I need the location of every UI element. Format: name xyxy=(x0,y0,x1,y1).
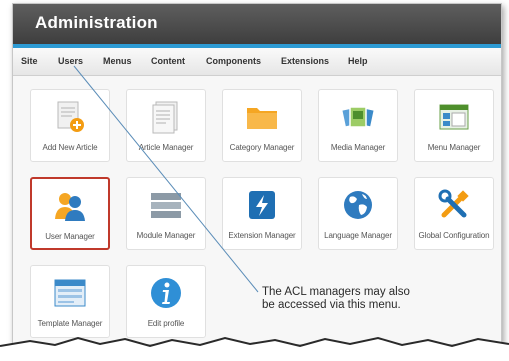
tile-article-manager[interactable]: Article Manager xyxy=(126,89,206,162)
article-icon xyxy=(152,101,178,134)
users-icon xyxy=(55,193,85,221)
main-menu-bar: Site Users Menus Content Components Exte… xyxy=(13,48,501,76)
tools-icon xyxy=(438,189,469,218)
tile-label: Extension Manager xyxy=(228,231,296,240)
folder-icon xyxy=(247,108,277,129)
tile-menu-manager[interactable]: Menu Manager xyxy=(414,89,494,162)
menu-item-extensions[interactable]: Extensions xyxy=(281,56,329,66)
extension-icon xyxy=(249,191,275,219)
tile-template-manager[interactable]: Template Manager xyxy=(30,265,110,338)
menu-item-content[interactable]: Content xyxy=(151,56,185,66)
page-title: Administration xyxy=(35,13,158,32)
tile-label: Article Manager xyxy=(138,143,194,152)
tile-media-manager[interactable]: Media Manager xyxy=(318,89,398,162)
tile-global-configuration[interactable]: Global Configuration xyxy=(414,177,494,250)
tile-label: User Manager xyxy=(45,232,95,241)
tile-label: Category Manager xyxy=(229,143,295,152)
menu-item-users[interactable]: Users xyxy=(58,56,83,66)
globe-icon xyxy=(344,191,372,219)
tile-language-manager[interactable]: Language Manager xyxy=(318,177,398,250)
tile-module-manager[interactable]: Module Manager xyxy=(126,177,206,250)
tile-label: Edit profile xyxy=(147,319,185,328)
add-article-icon xyxy=(57,101,84,132)
media-icon xyxy=(342,106,374,128)
tile-category-manager[interactable]: Category Manager xyxy=(222,89,302,162)
menu-item-help[interactable]: Help xyxy=(348,56,368,66)
tile-label: Global Configuration xyxy=(418,231,490,240)
menu-item-menus[interactable]: Menus xyxy=(103,56,132,66)
callout-annotation: The ACL managers may also be accessed vi… xyxy=(262,286,442,312)
tile-add-new-article[interactable]: Add New Article xyxy=(30,89,110,162)
annotation-line-2: be accessed via this menu. xyxy=(262,299,401,311)
tile-label: Menu Manager xyxy=(427,143,481,152)
tile-edit-profile[interactable]: Edit profile xyxy=(126,265,206,338)
template-icon xyxy=(54,279,86,307)
menu-icon xyxy=(439,104,469,130)
menu-item-site[interactable]: Site xyxy=(21,56,38,66)
annotation-line-1: The ACL managers may also xyxy=(262,286,410,298)
admin-header: Administration xyxy=(13,4,501,48)
tile-user-manager[interactable]: User Manager xyxy=(30,177,110,250)
info-icon xyxy=(151,278,181,308)
tile-extension-manager[interactable]: Extension Manager xyxy=(222,177,302,250)
module-icon xyxy=(151,193,181,218)
tile-label: Media Manager xyxy=(330,143,386,152)
tile-label: Template Manager xyxy=(37,319,103,328)
tile-label: Module Manager xyxy=(136,231,196,240)
tile-label: Language Manager xyxy=(324,231,392,240)
tile-label: Add New Article xyxy=(42,143,98,152)
menu-item-components[interactable]: Components xyxy=(206,56,261,66)
